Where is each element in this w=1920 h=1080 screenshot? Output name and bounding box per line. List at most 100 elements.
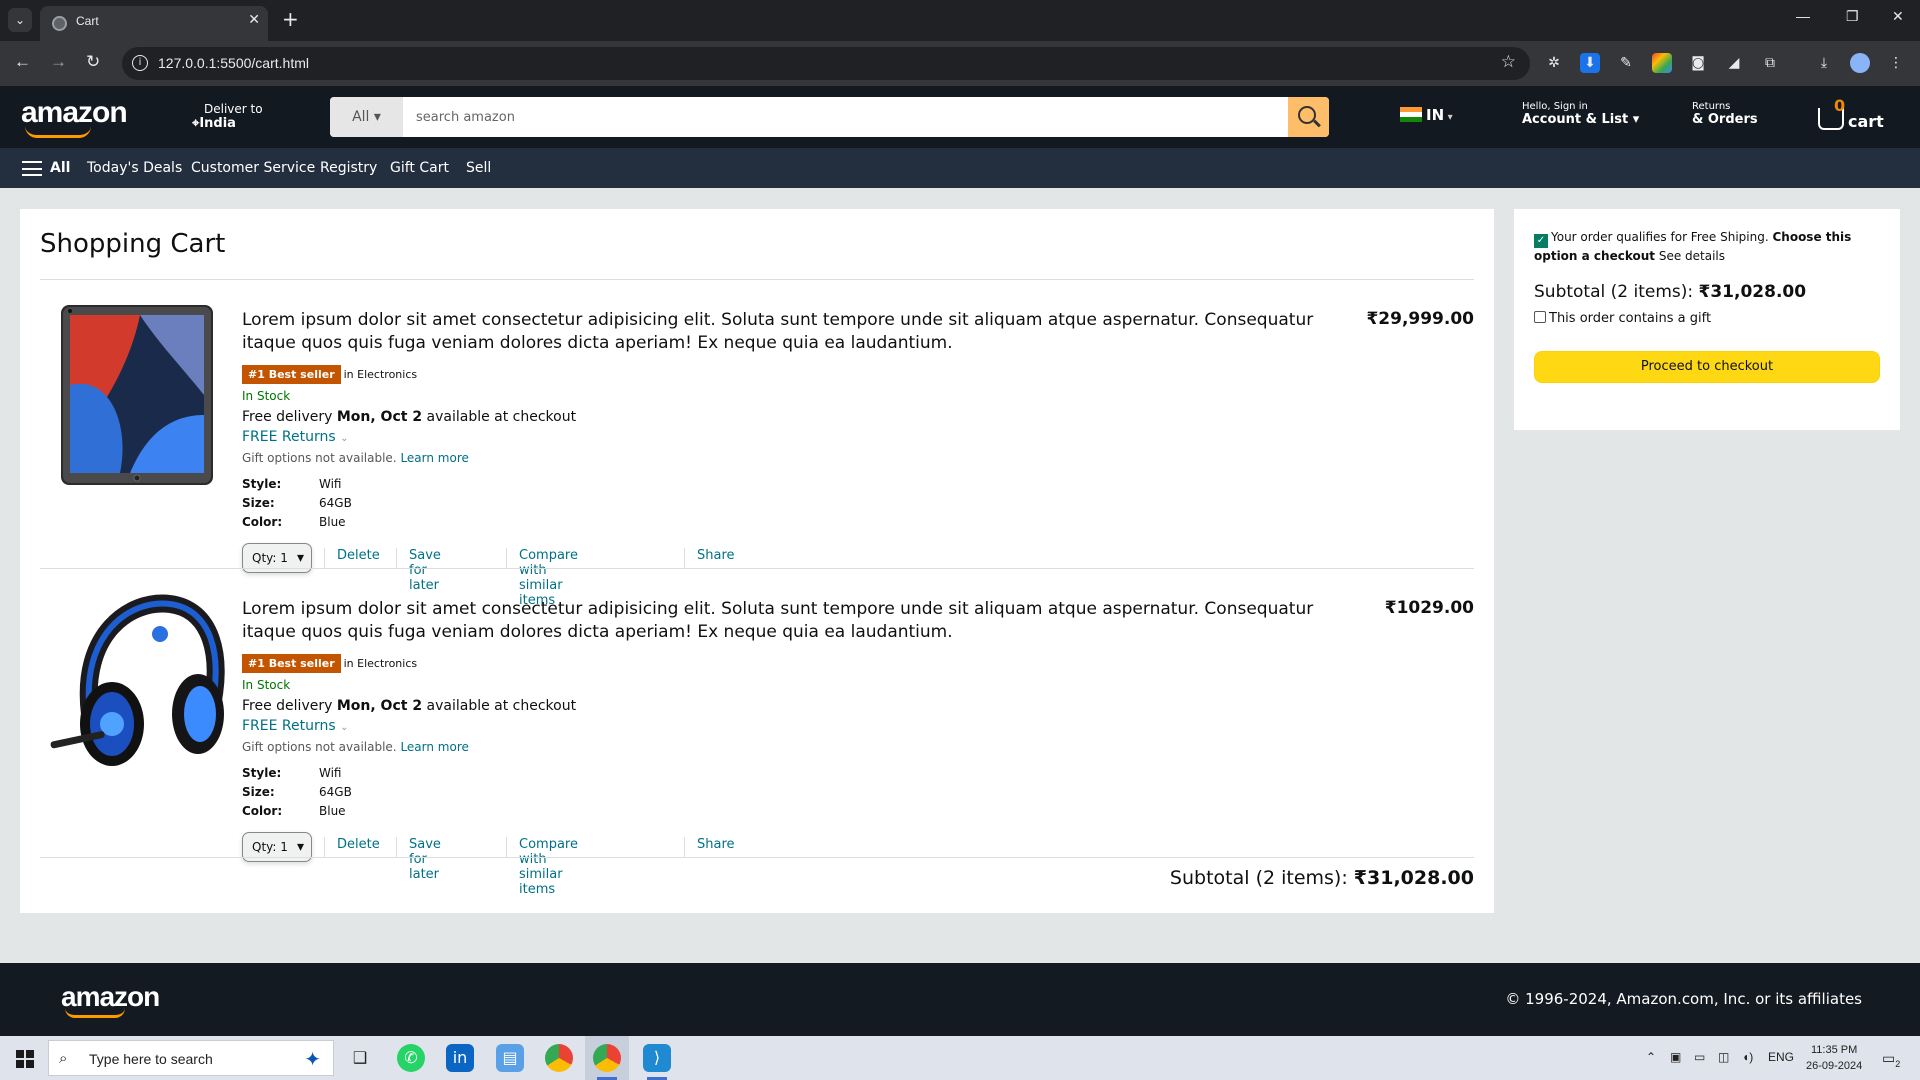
free-returns-link[interactable]: FREE Returns ⌄ [242, 718, 349, 734]
stock-status: In Stock [242, 389, 291, 403]
browser-menu-icon[interactable]: ⋮ [1886, 53, 1906, 73]
linkedin-icon[interactable]: in [446, 1044, 474, 1072]
chevron-down-icon: ⌄ [340, 433, 349, 444]
close-tab-icon[interactable]: ✕ [248, 12, 260, 28]
tray-language[interactable]: ENG [1768, 1050, 1794, 1064]
search-button[interactable] [1288, 97, 1329, 137]
notifications-icon[interactable]: ▭2 [1882, 1050, 1900, 1069]
attr-style: Style: Wifi [242, 477, 342, 491]
tab-search-button[interactable]: ⌄ [8, 8, 32, 32]
downloads-icon[interactable]: ⤓ [1814, 53, 1834, 73]
reload-icon[interactable]: ↻ [86, 52, 100, 72]
delivery-info: Free delivery Mon, Oct 2 available at ch… [242, 409, 577, 425]
extension-camera-icon[interactable]: ◙ [1688, 53, 1708, 73]
bookmark-star-icon[interactable]: ☆ [1501, 52, 1516, 72]
free-returns-link[interactable]: FREE Returns ⌄ [242, 429, 349, 445]
tablet-image[interactable] [60, 305, 214, 485]
learn-more-link[interactable]: Learn more [400, 740, 468, 754]
see-details-link[interactable]: See details [1659, 249, 1725, 263]
chevron-down-icon: ⌄ [340, 722, 349, 733]
address-bar[interactable]: i 127.0.0.1:5500/cart.html ☆ [122, 47, 1530, 80]
forward-icon[interactable]: → [50, 52, 67, 72]
file-explorer-icon[interactable]: ▤ [496, 1044, 524, 1072]
learn-more-link[interactable]: Learn more [400, 451, 468, 465]
account-menu[interactable]: Hello, Sign in Account & List ▾ [1522, 101, 1639, 127]
share-link[interactable]: Share [684, 548, 735, 568]
browser-toolbar: ← → ↻ i 127.0.0.1:5500/cart.html ☆ ✲ ⬇ ✎… [0, 41, 1920, 86]
whatsapp-icon[interactable]: ✆ [397, 1044, 425, 1072]
site-header: amazon Deliver to ⌖India All ▾ IN ▾ Hell… [0, 86, 1920, 148]
tray-network-icon[interactable]: ◫ [1718, 1050, 1729, 1064]
delete-link[interactable]: Delete [324, 548, 380, 568]
best-seller-badge: #1 Best seller [242, 654, 341, 673]
tray-device-icon[interactable]: ▣ [1670, 1050, 1681, 1064]
language-selector[interactable]: IN ▾ [1400, 106, 1453, 124]
site-info-icon[interactable]: i [132, 55, 148, 71]
chrome-icon[interactable] [545, 1044, 573, 1072]
best-seller-row: #1 Best seller in Electronics [242, 654, 417, 673]
task-view-icon[interactable]: ❑ [346, 1044, 374, 1072]
logo-smile-icon [25, 126, 91, 138]
compare-link[interactable]: Compare with similar items [506, 548, 578, 608]
new-tab-button[interactable]: + [282, 7, 299, 31]
back-icon[interactable]: ← [14, 52, 31, 72]
url-text[interactable]: 127.0.0.1:5500/cart.html [158, 55, 309, 71]
restore-icon[interactable]: ❐ [1846, 8, 1859, 25]
extension-gear-icon[interactable]: ✲ [1544, 53, 1564, 73]
browser-tabbar: ⌄ Cart ✕ + — ❐ ✕ [0, 0, 1920, 41]
returns-orders[interactable]: Returns & Orders [1692, 101, 1758, 127]
nav-registry[interactable]: Registry [320, 160, 377, 176]
nav-gift-cart[interactable]: Gift Cart [390, 160, 449, 176]
attr-style: Style: Wifi [242, 766, 342, 780]
cart-item: Lorem ipsum dolor sit amet consectetur a… [40, 594, 1474, 897]
tray-volume-icon[interactable]: ◖) [1742, 1050, 1753, 1064]
extension-download-icon[interactable]: ⬇ [1580, 53, 1600, 73]
site-footer: amazon © 1996-2024, Amazon.com, Inc. or … [0, 963, 1920, 1036]
extensions-puzzle-icon[interactable]: ⧉ [1760, 53, 1780, 73]
vscode-icon[interactable]: ⟩ [643, 1044, 671, 1072]
deliver-to[interactable]: Deliver to ⌖India [192, 102, 263, 131]
headset-image[interactable] [50, 594, 230, 774]
window-close-icon[interactable]: ✕ [1892, 8, 1904, 25]
stock-status: In Stock [242, 678, 291, 692]
amazon-logo[interactable]: amazon [21, 96, 128, 130]
divider [40, 279, 1474, 280]
extension-pen-icon[interactable]: ✎ [1616, 53, 1636, 73]
search-input[interactable] [416, 97, 1256, 137]
share-link[interactable]: Share [684, 837, 735, 857]
nav-all[interactable]: All [50, 160, 70, 176]
minimize-icon[interactable]: — [1796, 8, 1810, 24]
item-price: ₹29,999.00 [1366, 309, 1474, 329]
tray-battery-icon[interactable]: ▭ [1694, 1050, 1705, 1064]
extension-misc-icon[interactable]: ◢ [1724, 53, 1744, 73]
browser-tab[interactable]: Cart ✕ [40, 6, 268, 41]
taskbar-clock[interactable]: 11:35 PM 26-09-2024 [1806, 1042, 1862, 1074]
compare-link[interactable]: Compare with similar items [506, 837, 578, 897]
tray-chevron-icon[interactable]: ⌃ [1646, 1050, 1656, 1064]
windows-start-icon[interactable] [16, 1050, 34, 1068]
proceed-to-checkout-button[interactable]: Proceed to checkout [1534, 351, 1880, 383]
profile-avatar[interactable] [1850, 53, 1870, 73]
chrome-active-icon[interactable] [593, 1044, 621, 1072]
extension-color-icon[interactable] [1652, 53, 1672, 73]
nav-customer-service[interactable]: Customer Service [191, 160, 315, 176]
nav-todays-deals[interactable]: Today's Deals [87, 160, 182, 176]
subtotal-value: ₹31,028.00 [1353, 867, 1474, 889]
item-title[interactable]: Lorem ipsum dolor sit amet consectetur a… [242, 309, 1362, 355]
clock-date: 26-09-2024 [1806, 1060, 1863, 1072]
checkmark-icon: ✓ [1534, 234, 1548, 248]
delivery-date: Mon, Oct 2 [336, 698, 423, 714]
gift-checkbox-row[interactable]: This order contains a gift [1534, 311, 1711, 326]
divider [40, 568, 1474, 569]
gift-checkbox[interactable] [1534, 311, 1546, 323]
search-category-select[interactable]: All ▾ [330, 97, 403, 137]
nav-sell[interactable]: Sell [466, 160, 491, 176]
attr-size: Size: 64GB [242, 785, 352, 799]
hamburger-menu-icon[interactable] [22, 161, 42, 176]
attr-color: Color: Blue [242, 804, 346, 818]
save-for-later-link[interactable]: Save for later [396, 548, 441, 593]
delete-link[interactable]: Delete [324, 837, 380, 857]
save-for-later-link[interactable]: Save for later [396, 837, 441, 882]
item-title[interactable]: Lorem ipsum dolor sit amet consectetur a… [242, 598, 1362, 644]
taskbar-search[interactable]: ⌕ Type here to search ✦ [48, 1040, 334, 1076]
